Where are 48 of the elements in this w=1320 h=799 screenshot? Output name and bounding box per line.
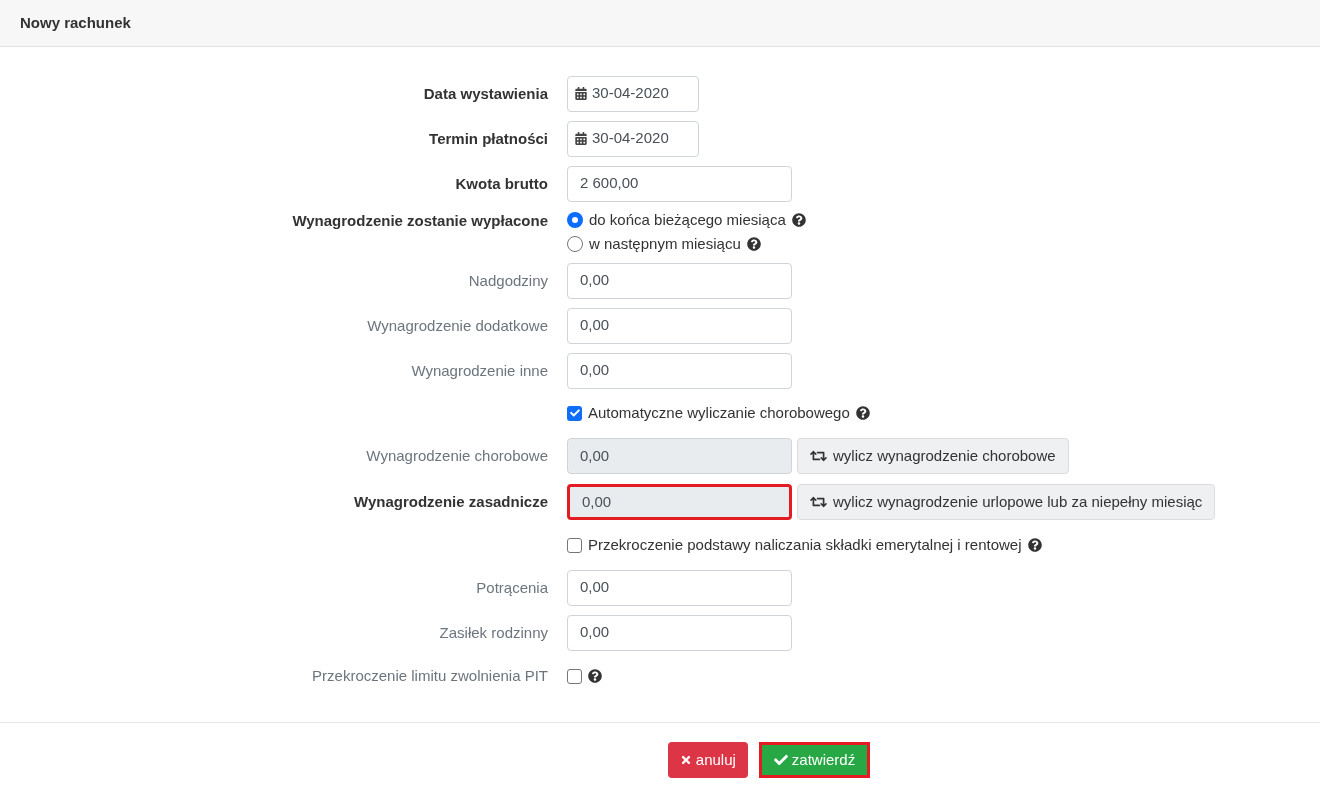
text-input[interactable]: 0,00: [567, 569, 792, 606]
help-icon[interactable]: [1027, 538, 1042, 552]
field-label: Kwota brutto: [455, 174, 548, 192]
checkbox[interactable]: [567, 537, 582, 553]
calendar-icon: [575, 87, 587, 100]
field-label: Zasiłek rodzinny: [439, 623, 548, 641]
radio-button[interactable]: [567, 236, 583, 253]
checkbox-label: Przekroczenie podstawy naliczania składki emerytalnej i rentowej: [588, 534, 1022, 555]
dialog-title: Nowy rachunek: [20, 12, 131, 33]
repeat-icon: [810, 495, 827, 509]
help-icon[interactable]: [855, 406, 870, 420]
date-value: 30-04-2020: [592, 83, 669, 104]
calculate-button[interactable]: wylicz wynagrodzenie chorobowe: [797, 438, 1069, 474]
text-input[interactable]: 0,00: [567, 614, 792, 651]
field-label: Termin płatności: [429, 129, 548, 147]
checkbox[interactable]: [567, 668, 582, 684]
repeat-icon: [810, 449, 827, 463]
checkbox-label: Automatyczne wyliczanie chorobowego: [588, 402, 850, 423]
text-input[interactable]: 0,00: [567, 352, 792, 389]
field-label: Wynagrodzenie dodatkowe: [367, 316, 548, 334]
help-icon[interactable]: [746, 237, 761, 252]
field-label: Przekroczenie limitu zwolnienia PIT: [312, 667, 548, 684]
calendar-icon: [575, 132, 587, 145]
field-label: Wynagrodzenie zasadnicze: [354, 493, 548, 510]
check-icon: [773, 753, 788, 767]
radio-button[interactable]: [567, 211, 583, 228]
field-label: Data wystawienia: [423, 84, 548, 102]
help-icon[interactable]: [588, 669, 602, 683]
field-label: Potrącenia: [476, 578, 548, 596]
field-label: Wynagrodzenie zostanie wypłacone: [292, 211, 548, 229]
date-input[interactable]: 30-04-2020: [567, 75, 699, 112]
field-label: Wynagrodzenie inne: [411, 361, 548, 379]
text-input[interactable]: 0,00: [567, 262, 792, 299]
radio-label: do końca bieżącego miesiąca: [589, 209, 786, 230]
calculate-button[interactable]: wylicz wynagrodzenie urlopowe lub za niepełny miesiąc: [797, 484, 1216, 520]
text-input[interactable]: 0,00: [567, 484, 792, 520]
text-input[interactable]: 0,00: [567, 307, 792, 344]
text-input[interactable]: 2 600,00: [567, 165, 792, 202]
cancel-button[interactable]: anuluj: [667, 742, 748, 778]
date-value: 30-04-2020: [592, 128, 669, 149]
help-icon[interactable]: [791, 212, 806, 227]
field-label: Nadgodziny: [468, 271, 548, 289]
text-input[interactable]: 0,00: [567, 438, 792, 474]
close-icon: [679, 754, 692, 766]
field-label: Wynagrodzenie chorobowe: [366, 447, 548, 464]
radio-label: w następnym miesiącu: [589, 234, 741, 254]
checkbox[interactable]: [567, 405, 582, 421]
date-input[interactable]: 30-04-2020: [567, 120, 699, 157]
